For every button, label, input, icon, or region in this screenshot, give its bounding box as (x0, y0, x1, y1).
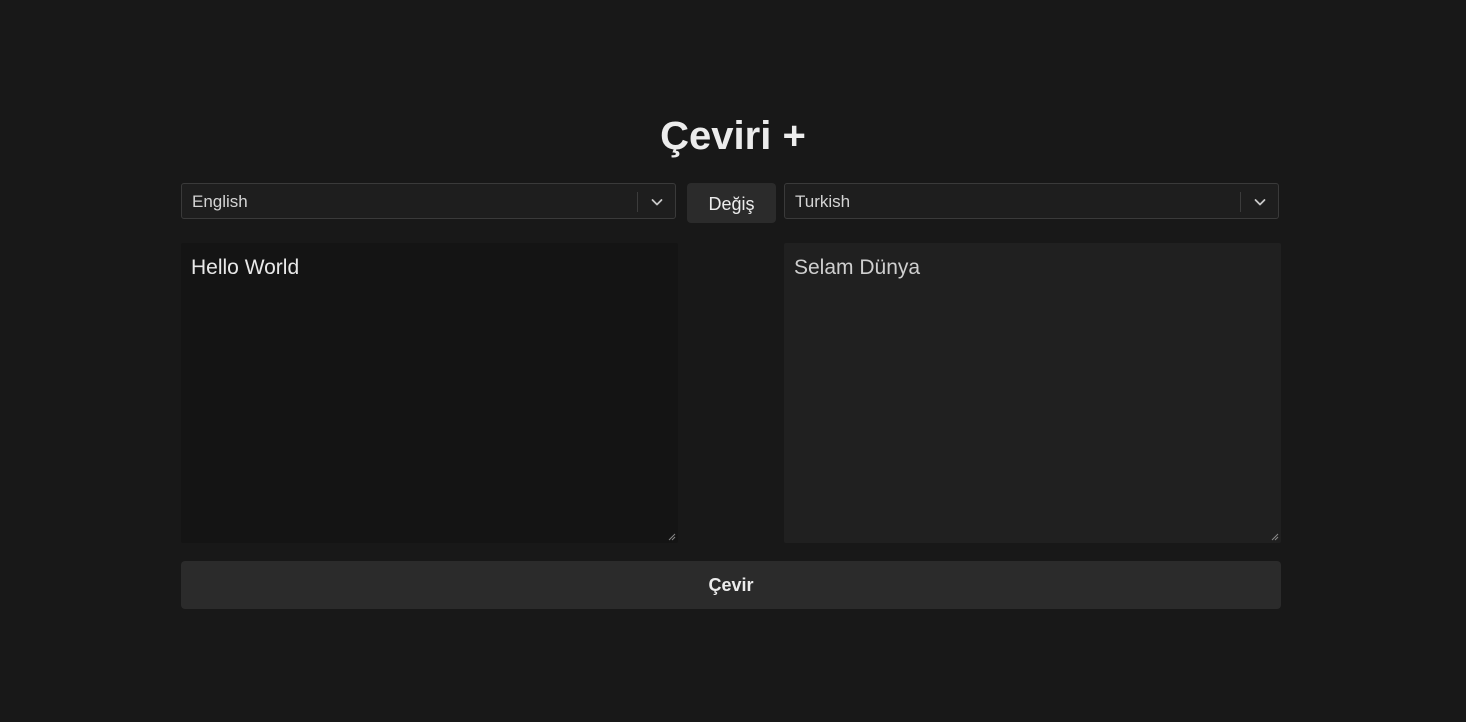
target-language-value: Turkish (795, 192, 851, 211)
translate-button[interactable]: Çevir (181, 561, 1281, 609)
chevron-down-icon[interactable] (1252, 194, 1268, 210)
page-title: Çeviri + (660, 114, 806, 158)
select-separator (1240, 192, 1241, 212)
resize-handle-icon[interactable] (1271, 533, 1279, 541)
source-language-value: English (192, 192, 248, 211)
source-text-value: Hello World (191, 256, 300, 279)
source-text-input[interactable]: Hello World (181, 243, 678, 543)
resize-handle-icon[interactable] (668, 533, 676, 541)
translated-text-value: Selam Dünya (794, 256, 921, 279)
swap-languages-button[interactable]: Değiş (687, 183, 776, 223)
chevron-down-icon[interactable] (649, 194, 665, 210)
target-language-select[interactable]: Turkish (784, 183, 1279, 219)
translator-app: Çeviri + English Değiş Turkish Hello Wor… (0, 0, 1466, 722)
translated-text-output[interactable]: Selam Dünya (784, 243, 1281, 543)
source-language-select[interactable]: English (181, 183, 676, 219)
select-separator (637, 192, 638, 212)
